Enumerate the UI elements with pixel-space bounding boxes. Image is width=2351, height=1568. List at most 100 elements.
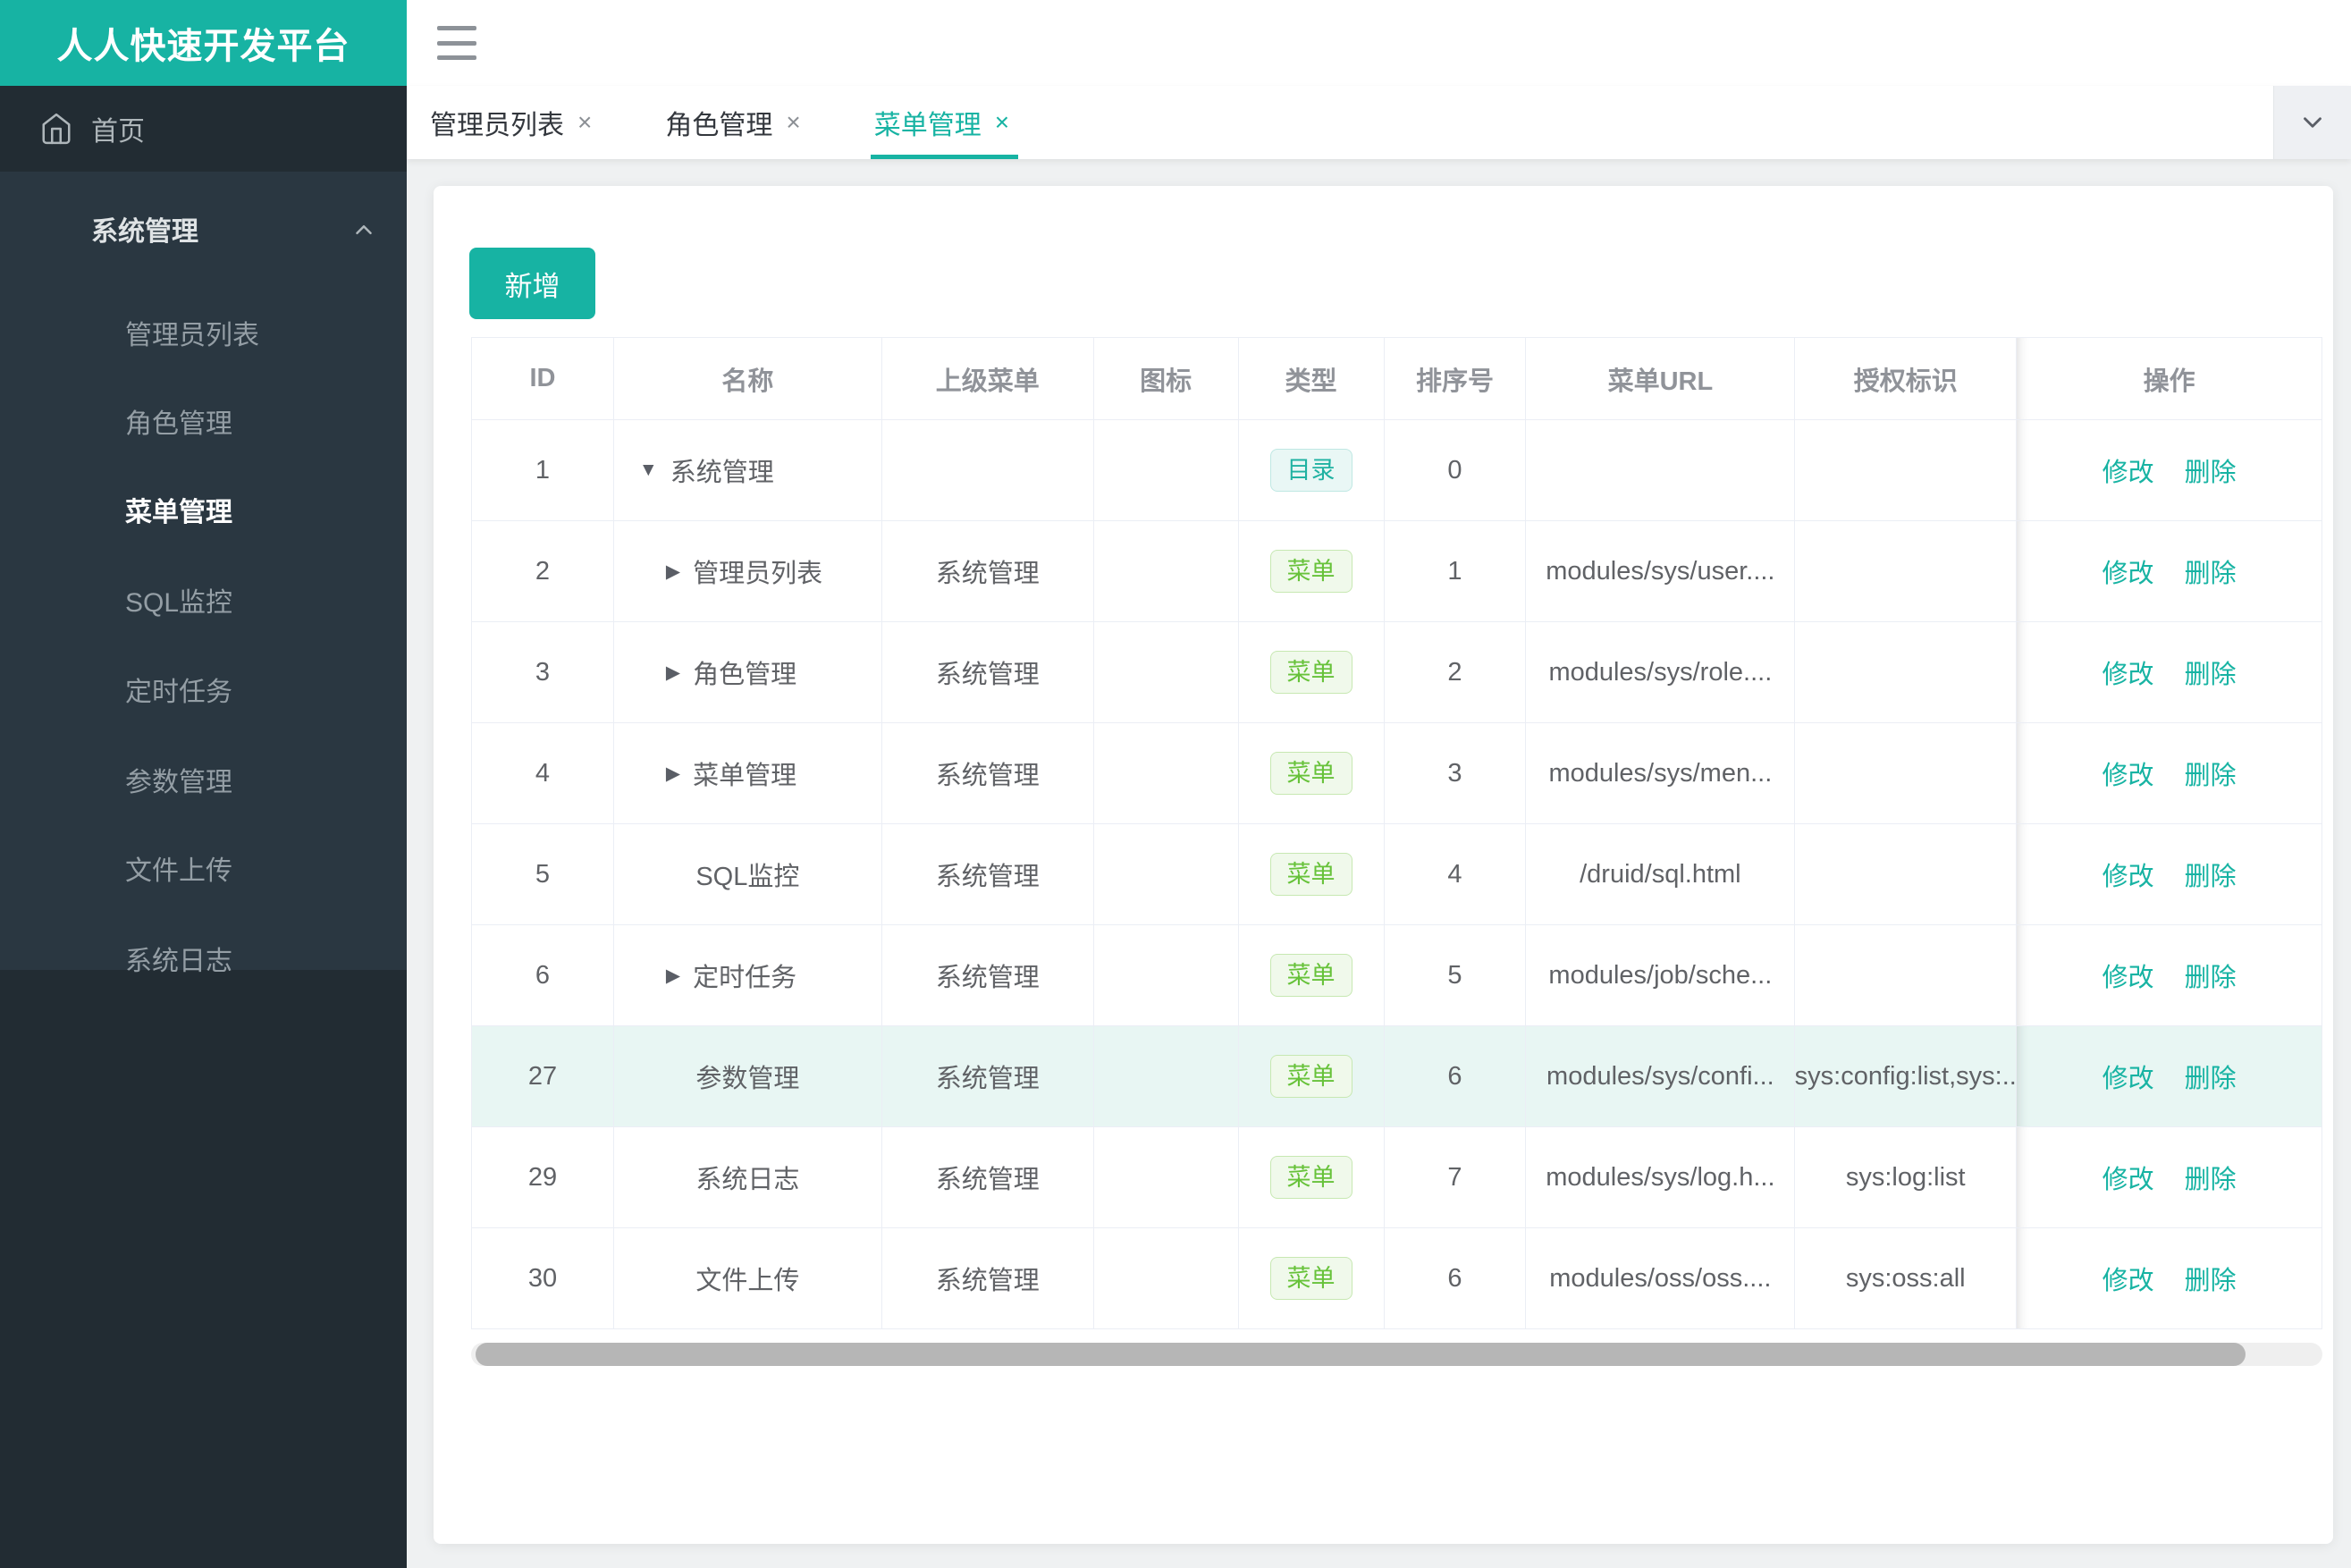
cell-id: 4 — [472, 723, 614, 824]
sidebar-item-menu[interactable]: 菜单管理 — [0, 467, 407, 552]
edit-link[interactable]: 修改 — [2102, 1260, 2154, 1297]
app-logo: 人人快速开发平台 — [0, 0, 407, 86]
cell-type: 菜单 — [1238, 925, 1385, 1026]
add-button[interactable]: 新增 — [469, 248, 595, 319]
type-badge: 菜单 — [1269, 1055, 1352, 1098]
cell-url: modules/sys/confi... — [1526, 1026, 1796, 1127]
content-card: 新增 ID 名称 上级菜单 图标 类型 排序号 菜单URL 授权标识 操作 1 ▼… — [434, 186, 2333, 1544]
type-badge: 菜单 — [1269, 1257, 1352, 1300]
delete-link[interactable]: 删除 — [2185, 653, 2237, 691]
col-actions: 操作 — [2017, 337, 2322, 420]
edit-link[interactable]: 修改 — [2102, 653, 2154, 691]
tab-menu[interactable]: 菜单管理 × — [870, 86, 1019, 159]
col-icon: 图标 — [1093, 337, 1239, 420]
close-icon[interactable]: × — [995, 108, 1009, 137]
delete-link[interactable]: 删除 — [2185, 957, 2237, 994]
sidebar-group-system[interactable]: 系统管理 — [0, 186, 407, 272]
type-badge: 菜单 — [1269, 853, 1352, 896]
sidebar-item-role[interactable]: 角色管理 — [0, 378, 407, 464]
cell-id: 1 — [472, 420, 614, 521]
sidebar-item-admin-list[interactable]: 管理员列表 — [0, 290, 407, 375]
cell-icon — [1093, 521, 1239, 622]
edit-link[interactable]: 修改 — [2102, 754, 2154, 792]
home-icon — [39, 112, 73, 146]
delete-link[interactable]: 删除 — [2185, 451, 2237, 489]
menu-name-label: 参数管理 — [695, 1065, 800, 1093]
sidebar-item-file-upload[interactable]: 文件上传 — [0, 825, 407, 911]
horizontal-scrollbar-thumb[interactable] — [476, 1343, 2246, 1366]
sidebar-item-sql-monitor[interactable]: SQL监控 — [0, 557, 407, 643]
expand-toggle-icon[interactable]: ▶ — [666, 965, 680, 987]
cell-perm — [1795, 925, 2018, 1026]
expand-toggle-icon[interactable]: ▼ — [639, 459, 658, 481]
top-header: 人人快速开发平台 new 官方社区 hot Git源码 admin — [0, 0, 2351, 86]
cell-actions: 修改 删除 — [2017, 521, 2322, 622]
cell-name: ▶ 角色管理 — [613, 622, 882, 723]
cell-perm — [1795, 420, 2018, 521]
tab-role[interactable]: 角色管理 × — [665, 86, 800, 159]
edit-link[interactable]: 修改 — [2102, 856, 2154, 893]
tab-label: 菜单管理 — [873, 111, 982, 140]
hamburger-menu-icon[interactable] — [437, 26, 476, 60]
cell-icon — [1093, 824, 1239, 925]
cell-icon — [1093, 1228, 1239, 1329]
menu-name-label: SQL监控 — [695, 863, 800, 891]
cell-parent: 系统管理 — [881, 622, 1094, 723]
sidebar-item-config[interactable]: 参数管理 — [0, 737, 407, 822]
cell-perm: sys:oss:all — [1795, 1228, 2018, 1329]
delete-link[interactable]: 删除 — [2185, 754, 2237, 792]
sidebar-item-home[interactable]: 首页 — [0, 86, 407, 172]
type-badge: 菜单 — [1269, 550, 1352, 593]
cell-parent: 系统管理 — [881, 824, 1094, 925]
col-id: ID — [472, 337, 614, 420]
delete-link[interactable]: 删除 — [2185, 1159, 2237, 1196]
table-header-row: ID 名称 上级菜单 图标 类型 排序号 菜单URL 授权标识 操作 — [472, 337, 2322, 420]
cell-parent: 系统管理 — [881, 1026, 1094, 1127]
cell-url: /druid/sql.html — [1526, 824, 1796, 925]
cell-order: 3 — [1384, 723, 1527, 824]
table-row: 2 ▶ 管理员列表 系统管理 菜单 1 modules/sys/user.... 修改 删除 — [472, 521, 2322, 622]
cell-id: 2 — [472, 521, 614, 622]
edit-link[interactable]: 修改 — [2102, 451, 2154, 489]
sidebar: 首页 系统管理 管理员列表 角色管理 菜单管理 SQL监控 定时任务 参数管理 … — [0, 86, 407, 1568]
expand-toggle-icon[interactable]: ▶ — [666, 561, 680, 583]
col-url: 菜单URL — [1526, 337, 1796, 420]
tab-admin-list[interactable]: 管理员列表 × — [430, 86, 592, 159]
menu-name-label: 文件上传 — [695, 1267, 800, 1295]
delete-link[interactable]: 删除 — [2185, 856, 2237, 893]
sidebar-item-system-log[interactable]: 系统日志 — [0, 915, 407, 1001]
cell-icon — [1093, 925, 1239, 1026]
edit-link[interactable]: 修改 — [2102, 1159, 2154, 1196]
cell-perm: sys:log:list — [1795, 1127, 2018, 1228]
cell-actions: 修改 删除 — [2017, 824, 2322, 925]
type-badge: 目录 — [1269, 449, 1352, 492]
cell-parent: 系统管理 — [881, 521, 1094, 622]
menu-table: ID 名称 上级菜单 图标 类型 排序号 菜单URL 授权标识 操作 1 ▼ 系统管… — [471, 337, 2322, 1329]
tab-bar: 管理员列表 × 角色管理 × 菜单管理 × — [407, 86, 2351, 159]
cell-parent: 系统管理 — [881, 925, 1094, 1026]
type-badge: 菜单 — [1269, 752, 1352, 795]
cell-order: 2 — [1384, 622, 1527, 723]
close-icon[interactable]: × — [786, 108, 800, 137]
delete-link[interactable]: 删除 — [2185, 1058, 2237, 1095]
table-row: 30 文件上传 系统管理 菜单 6 modules/oss/oss.... sys:oss:… — [472, 1228, 2322, 1329]
expand-toggle-icon[interactable]: ▶ — [666, 763, 680, 785]
delete-link[interactable]: 删除 — [2185, 552, 2237, 590]
close-icon[interactable]: × — [577, 108, 592, 137]
edit-link[interactable]: 修改 — [2102, 1058, 2154, 1095]
menu-name-label: 系统日志 — [695, 1166, 800, 1194]
delete-link[interactable]: 删除 — [2185, 1260, 2237, 1297]
tabs-dropdown-button[interactable] — [2273, 86, 2351, 159]
cell-name: 参数管理 — [613, 1026, 882, 1127]
edit-link[interactable]: 修改 — [2102, 957, 2154, 994]
cell-id: 30 — [472, 1228, 614, 1329]
sidebar-group-label: 系统管理 — [91, 217, 198, 247]
edit-link[interactable]: 修改 — [2102, 552, 2154, 590]
expand-toggle-icon[interactable]: ▶ — [666, 662, 680, 684]
cell-icon — [1093, 723, 1239, 824]
col-perm: 授权标识 — [1795, 337, 2018, 420]
sidebar-item-scheduled-jobs[interactable]: 定时任务 — [0, 646, 407, 732]
cell-actions: 修改 删除 — [2017, 420, 2322, 521]
menu-name-label: 菜单管理 — [693, 762, 797, 790]
horizontal-scrollbar-track[interactable] — [471, 1343, 2322, 1366]
